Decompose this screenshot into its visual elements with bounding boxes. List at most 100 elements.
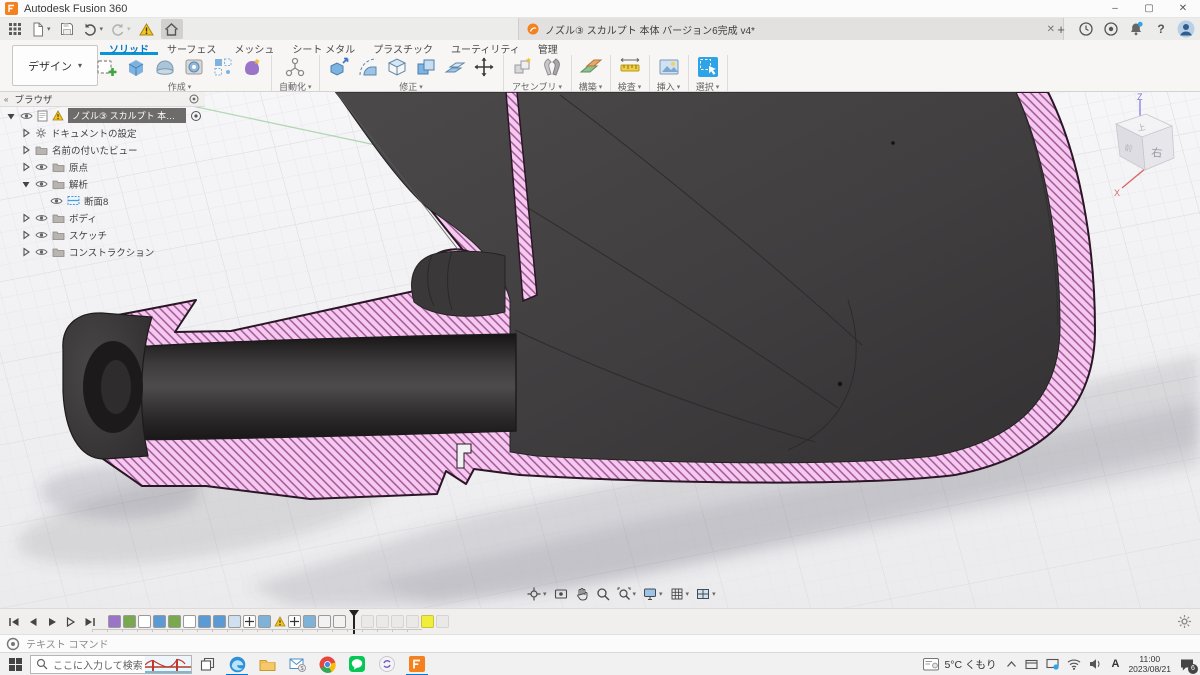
timeline-feature-warning[interactable] (273, 615, 286, 628)
pattern-icon[interactable] (211, 55, 235, 79)
eye-icon[interactable] (50, 196, 63, 206)
undo-button[interactable]: ▾ (81, 19, 106, 39)
taskbar-file-explorer[interactable] (254, 653, 280, 675)
construction-plane-icon[interactable] (579, 55, 603, 79)
tray-volume-icon[interactable] (1089, 658, 1103, 670)
taskbar-mail[interactable]: $ (284, 653, 310, 675)
timeline-feature-ghost[interactable] (436, 615, 449, 628)
timeline-go-to-end[interactable] (84, 616, 96, 628)
weather-widget[interactable]: 5°C くもり (923, 657, 996, 672)
job-warning-icon[interactable] (136, 19, 158, 39)
browser-row-5[interactable]: 解析 (0, 175, 205, 192)
taskbar-fusion-360[interactable] (404, 653, 430, 675)
save-button[interactable] (56, 19, 78, 39)
grid-settings-tool[interactable]: ▾ (670, 587, 690, 601)
press-pull-icon[interactable] (327, 55, 351, 79)
taskbar-chrome[interactable] (314, 653, 340, 675)
expander-closed-icon[interactable] (21, 145, 31, 155)
create-form-icon[interactable] (240, 55, 264, 79)
eye-icon[interactable] (35, 213, 48, 223)
revolve-icon[interactable] (153, 55, 177, 79)
job-status-icon[interactable] (1076, 19, 1096, 39)
timeline-feature-extrude[interactable] (198, 615, 211, 628)
offset-face-icon[interactable] (443, 55, 467, 79)
ribbon-tab-3[interactable]: メッシュ (225, 40, 283, 55)
expander-closed-icon[interactable] (21, 230, 31, 240)
expander-closed-icon[interactable] (21, 247, 31, 257)
browser-row-3[interactable]: 名前の付いたビュー (0, 141, 205, 158)
expander-closed-icon[interactable] (21, 213, 31, 223)
timeline-step-back[interactable] (27, 616, 39, 628)
task-view-button[interactable] (194, 653, 220, 675)
measure-icon[interactable] (618, 55, 642, 79)
tray-icon-window[interactable] (1025, 658, 1038, 670)
timeline-feature-ghost[interactable] (406, 615, 419, 628)
notification-center-button[interactable]: 6 (1180, 658, 1194, 671)
workspace-dropdown[interactable]: デザイン ▾ (12, 45, 98, 86)
timeline-feature-ghost[interactable] (376, 615, 389, 628)
hole-icon[interactable] (182, 55, 206, 79)
minimize-button[interactable]: – (1098, 0, 1132, 18)
browser-row-6[interactable]: 断面8 (0, 192, 205, 209)
new-document-tab-button[interactable]: + (1051, 19, 1071, 39)
close-window-button[interactable]: ✕ (1166, 0, 1200, 18)
timeline-go-to-start[interactable] (8, 616, 20, 628)
taskbar-line[interactable] (344, 653, 370, 675)
ribbon-tab-5[interactable]: プラスチック (364, 40, 442, 55)
timeline-feature-sketch[interactable] (168, 615, 181, 628)
combine-icon[interactable] (414, 55, 438, 79)
expander-open-icon[interactable] (6, 111, 16, 121)
search-input[interactable]: ここに入力して検索 (30, 655, 192, 674)
select-icon[interactable] (696, 55, 720, 79)
orbit-tool[interactable]: ▾ (527, 587, 547, 601)
target-icon[interactable] (190, 110, 202, 122)
ribbon-tab-1[interactable]: ソリッド (100, 40, 158, 55)
help-icon[interactable]: ? (1151, 19, 1171, 39)
timeline-feature-plane[interactable] (303, 615, 316, 628)
maximize-button[interactable]: ▢ (1132, 0, 1166, 18)
taskbar-clock[interactable]: 11:00 2023/08/21 (1128, 654, 1171, 674)
tray-hidden-icons[interactable] (1006, 660, 1017, 668)
collapse-panel-icon[interactable]: « (4, 95, 8, 104)
eye-icon[interactable] (35, 179, 48, 189)
ribbon-tab-2[interactable]: サーフェス (158, 40, 225, 55)
start-button[interactable] (0, 653, 30, 675)
eye-icon[interactable] (20, 111, 33, 121)
timeline-feature-plane[interactable] (258, 615, 271, 628)
expander-closed-icon[interactable] (21, 128, 31, 138)
browser-row-2[interactable]: ドキュメントの設定 (0, 124, 205, 141)
look-at-tool[interactable] (554, 587, 568, 601)
ribbon-tab-4[interactable]: シート メタル (283, 40, 364, 55)
expander-open-icon[interactable] (21, 179, 31, 189)
notifications-icon[interactable] (1126, 19, 1146, 39)
insert-image-icon[interactable] (657, 55, 681, 79)
timeline-feature-ghost[interactable] (391, 615, 404, 628)
taskbar-app[interactable] (374, 653, 400, 675)
eye-icon[interactable] (35, 162, 48, 172)
timeline-feature-box[interactable] (333, 615, 346, 628)
taskbar-edge[interactable] (224, 653, 250, 675)
model-connector[interactable] (412, 251, 505, 316)
browser-row-7[interactable]: ボディ (0, 209, 205, 226)
timeline-feature-box[interactable] (318, 615, 331, 628)
timeline-play[interactable] (46, 616, 58, 628)
browser-row-8[interactable]: スケッチ (0, 226, 205, 243)
shell-icon[interactable] (385, 55, 409, 79)
user-avatar[interactable] (1176, 19, 1196, 39)
expander-closed-icon[interactable] (21, 162, 31, 172)
timeline-feature-extrude[interactable] (213, 615, 226, 628)
ribbon-tab-7[interactable]: 管理 (529, 40, 567, 55)
pan-tool[interactable] (575, 587, 589, 601)
timeline-feature-shell[interactable] (228, 615, 241, 628)
browser-row-1[interactable]: ノズル③ スカルプト 本体 バー... (0, 107, 205, 124)
fit-tool[interactable]: ▾ (617, 587, 637, 601)
timeline-feature-form[interactable] (108, 615, 121, 628)
file-menu[interactable]: ▾ (29, 19, 53, 39)
timeline-feature-sketch-outline[interactable] (183, 615, 196, 628)
create-sketch-icon[interactable] (95, 55, 119, 79)
timeline-feature-extrude[interactable] (153, 615, 166, 628)
new-component-icon[interactable] (511, 55, 535, 79)
timeline-feature-ghost[interactable] (361, 615, 374, 628)
browser-row-9[interactable]: コンストラクション (0, 243, 205, 260)
timeline-feature-sketch[interactable] (123, 615, 136, 628)
